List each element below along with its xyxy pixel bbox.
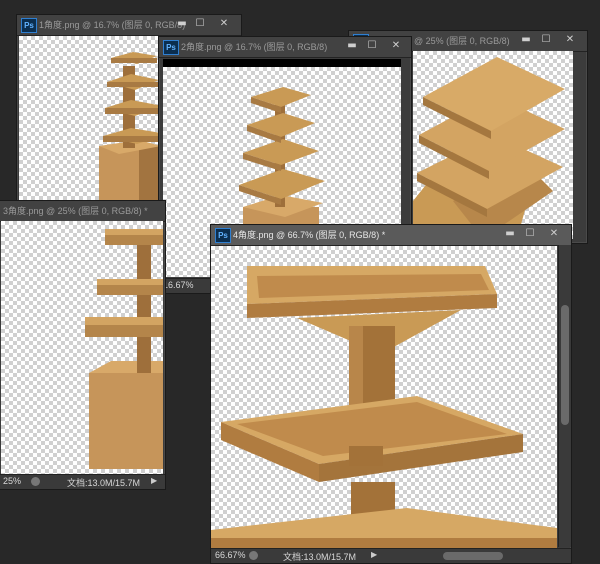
document-canvas[interactable] [413,51,573,239]
status-icon [249,551,258,560]
scrollbar-thumb[interactable] [561,305,569,425]
minimize-icon[interactable]: ▬ [503,227,517,241]
window-titlebar[interactable]: Ps 2角度.png @ 16.7% (图层 0, RGB/8) ▬ ☐ ✕ [159,37,411,58]
minimize-icon[interactable]: ▬ [345,39,359,53]
close-icon[interactable]: ✕ [547,227,561,241]
document-window-4[interactable]: Ps 4角度.png @ 66.7% (图层 0, RGB/8) * ▬ ☐ ✕ [210,224,572,564]
window-title: 2角度.png @ 16.7% (图层 0, RGB/8) [181,42,328,52]
photoshop-icon: Ps [163,40,179,55]
document-canvas[interactable] [1,221,163,475]
close-icon[interactable]: ✕ [389,39,403,53]
zoom-level[interactable]: 16.67% [163,280,194,290]
window-title: 1角度.png @ 16.7% (图层 0, RGB/8) [39,20,186,30]
photoshop-icon: Ps [215,228,231,243]
status-menu-arrow-icon[interactable]: ▶ [371,550,377,559]
shelf-image-angle-4-closeup [211,266,557,548]
document-size: 文档:13.0M/15.7M [283,552,357,562]
zoom-level[interactable]: 25% [3,476,21,486]
status-menu-arrow-icon[interactable]: ▶ [151,476,157,485]
document-size: 文档:13.0M/15.7M [67,478,141,488]
close-icon[interactable]: ✕ [217,17,231,31]
status-bar: 66.67% 文档:13.0M/15.7M ▶ [211,548,571,563]
window-title: 4角度.png @ 66.7% (图层 0, RGB/8) * [233,230,386,240]
window-titlebar[interactable]: Ps 4角度.png @ 66.7% (图层 0, RGB/8) * ▬ ☐ ✕ [211,225,571,246]
shelf-image-angle-3-large [85,229,163,469]
zoom-level[interactable]: 66.67% [215,550,246,560]
maximize-icon[interactable]: ☐ [365,39,379,53]
window-title: 3角度.png @ 25% (图层 0, RGB/8) * [3,206,148,216]
scrollbar-thumb[interactable] [443,552,503,560]
window-titlebar[interactable]: 3角度.png @ 25% (图层 0, RGB/8) * [0,201,165,222]
window-titlebar[interactable]: Ps 1角度.png @ 16.7% (图层 0, RGB/8) ▬ ☐ ✕ [17,15,241,36]
maximize-icon[interactable]: ☐ [539,33,553,47]
document-canvas[interactable] [211,246,557,548]
vertical-scrollbar[interactable] [558,245,571,547]
photoshop-icon: Ps [21,18,37,33]
canvas-border [163,59,401,67]
shelf-image-angle-3 [413,57,565,239]
document-window-left[interactable]: 3角度.png @ 25% (图层 0, RGB/8) * 25% 文档:13.… [0,200,166,490]
minimize-icon[interactable]: ▬ [175,17,189,31]
status-bar: 25% 文档:13.0M/15.7M ▶ [0,474,165,489]
maximize-icon[interactable]: ☐ [193,17,207,31]
status-icon [31,477,40,486]
minimize-icon[interactable]: ▬ [519,33,533,47]
horizontal-scrollbar[interactable] [383,550,553,562]
close-icon[interactable]: ✕ [563,33,577,47]
maximize-icon[interactable]: ☐ [523,227,537,241]
